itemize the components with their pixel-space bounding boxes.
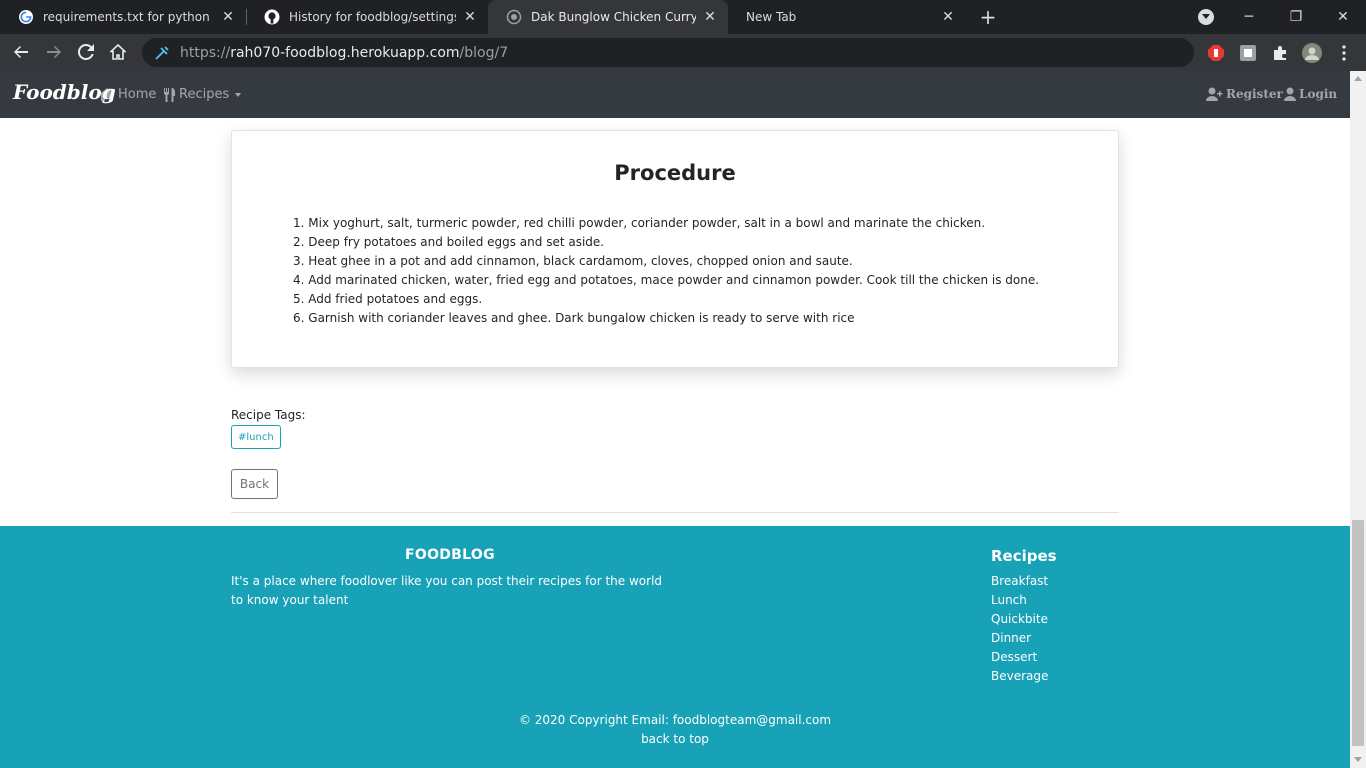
procedure-step: 5. Add fried potatoes and eggs.	[293, 292, 483, 306]
footer-link-breakfast[interactable]: Breakfast	[991, 572, 1048, 591]
scroll-up-arrow[interactable]	[1354, 76, 1362, 81]
divider	[231, 512, 1119, 513]
user-plus-icon	[1206, 87, 1223, 101]
nav-home-label: Home	[118, 87, 157, 102]
browser-tab[interactable]: New Tab ✕	[728, 0, 966, 34]
google-icon	[18, 9, 34, 25]
reload-icon[interactable]	[72, 38, 100, 66]
browser-menu-icon[interactable]	[1334, 43, 1354, 63]
browser-tab-active[interactable]: Dak Bunglow Chicken Curry by ra ✕	[488, 0, 728, 34]
footer-recipes-title: Recipes	[991, 547, 1057, 565]
tab-search-icon[interactable]	[1198, 9, 1214, 25]
url-scheme: https://	[180, 44, 231, 61]
browser-toolbar: https://rah070-foodblog.herokuapp.com/bl…	[0, 34, 1366, 71]
user-icon	[1284, 87, 1296, 101]
footer-link-quickbite[interactable]: Quickbite	[991, 610, 1048, 629]
address-bar[interactable]: https://rah070-foodblog.herokuapp.com/bl…	[142, 38, 1194, 67]
close-icon[interactable]: ✕	[702, 9, 718, 25]
puzzle-icon[interactable]	[1270, 43, 1290, 63]
extension-icon[interactable]	[1238, 43, 1258, 63]
minimize-icon[interactable]: ─	[1226, 0, 1272, 34]
browser-tab[interactable]: History for foodblog/settings.py ✕	[246, 0, 488, 34]
nav-home-link[interactable]: Home	[99, 87, 156, 102]
scroll-down-arrow[interactable]	[1354, 757, 1362, 762]
site-info-icon[interactable]	[154, 45, 170, 61]
footer-recipes-list: Breakfast Lunch Quickbite Dinner Dessert…	[991, 572, 1048, 686]
nav-recipes-label: Recipes	[179, 87, 230, 102]
forward-arrow-icon[interactable]	[40, 38, 68, 66]
procedure-card: Procedure 1. Mix yoghurt, salt, turmeric…	[231, 130, 1119, 368]
footer-copyright: © 2020 Copyright Email: foodblogteam@gma…	[518, 713, 832, 727]
tab-title: requirements.txt for python insta	[43, 10, 214, 24]
nav-recipes-dropdown[interactable]: Recipes	[164, 87, 244, 102]
footer-copyright-block: © 2020 Copyright Email: foodblogteam@gma…	[0, 711, 1350, 749]
tag-badge[interactable]: #lunch	[231, 425, 281, 449]
adblock-extension-icon[interactable]	[1206, 43, 1226, 63]
new-tab-button[interactable]: +	[976, 5, 1000, 29]
scroll-thumb[interactable]	[1352, 520, 1364, 746]
nav-register-label: Register	[1226, 87, 1283, 101]
close-icon[interactable]: ✕	[220, 9, 236, 25]
nav-login-link[interactable]: Login	[1284, 87, 1337, 101]
browser-tab-strip: requirements.txt for python insta ✕ Hist…	[0, 0, 1366, 34]
home-icon	[99, 88, 115, 101]
procedure-steps: 1. Mix yoghurt, salt, turmeric powder, r…	[293, 214, 1093, 328]
tab-title: Dak Bunglow Chicken Curry by ra	[531, 10, 696, 24]
procedure-step: 1. Mix yoghurt, salt, turmeric powder, r…	[293, 216, 986, 230]
site-footer: FOODBLOG It's a place where foodlover li…	[0, 526, 1350, 768]
procedure-step: 3. Heat ghee in a pot and add cinnamon, …	[293, 254, 853, 268]
tab-title: History for foodblog/settings.py	[289, 10, 456, 24]
browser-tab[interactable]: requirements.txt for python insta ✕	[0, 0, 246, 34]
procedure-step: 4. Add marinated chicken, water, fried e…	[293, 273, 1040, 287]
site-navbar: Foodblog Home Recipes Register Login	[0, 71, 1350, 118]
back-arrow-icon[interactable]	[7, 38, 35, 66]
close-window-icon[interactable]: ✕	[1320, 0, 1366, 34]
footer-title: FOODBLOG	[405, 547, 495, 563]
back-to-top-link[interactable]: back to top	[0, 730, 1350, 749]
back-button[interactable]: Back	[231, 469, 278, 499]
url-path: /blog/7	[459, 44, 509, 61]
footer-description: It's a place where foodlover like you ca…	[231, 574, 663, 607]
procedure-step: 2. Deep fry potatoes and boiled eggs and…	[293, 235, 605, 249]
recipe-tags-label: Recipe Tags:	[231, 408, 306, 422]
procedure-step: 6. Garnish with coriander leaves and ghe…	[293, 311, 855, 325]
caret-down-icon	[235, 92, 242, 97]
url-host: rah070-foodblog.herokuapp.com	[230, 44, 460, 61]
close-icon[interactable]: ✕	[940, 9, 956, 25]
footer-link-dinner[interactable]: Dinner	[991, 629, 1048, 648]
globe-icon	[506, 9, 522, 25]
profile-avatar-icon[interactable]	[1302, 43, 1322, 63]
tab-title: New Tab	[746, 10, 797, 24]
home-icon[interactable]	[104, 38, 132, 66]
close-icon[interactable]: ✕	[462, 9, 478, 25]
procedure-title: Procedure	[614, 161, 736, 185]
footer-link-dessert[interactable]: Dessert	[991, 648, 1048, 667]
nav-login-label: Login	[1299, 87, 1338, 101]
nav-register-link[interactable]: Register	[1206, 87, 1283, 101]
utensils-icon	[164, 87, 175, 102]
page-scrollbar[interactable]	[1350, 71, 1366, 768]
footer-link-lunch[interactable]: Lunch	[991, 591, 1048, 610]
restore-icon[interactable]: ❐	[1273, 0, 1319, 34]
github-icon	[264, 9, 280, 25]
footer-link-beverage[interactable]: Beverage	[991, 667, 1048, 686]
